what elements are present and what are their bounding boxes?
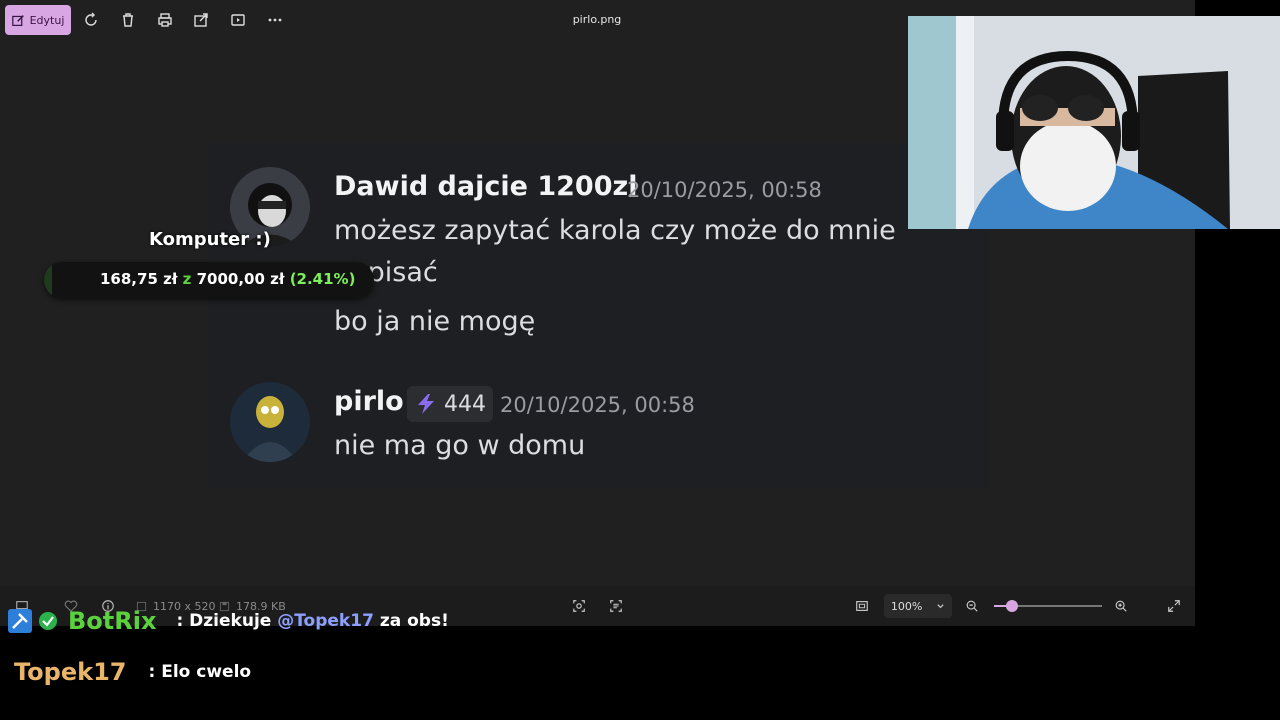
share-button[interactable] — [186, 5, 216, 35]
delete-button[interactable] — [113, 5, 143, 35]
trash-icon — [123, 13, 133, 27]
goal-percent: (2.41%) — [289, 270, 356, 288]
displayed-image: Dawid dajcie 1200zl 20/10/2025, 00:58 mo… — [208, 143, 990, 488]
chat-mention: @Topek17 — [277, 611, 374, 631]
message-timestamp: 20/10/2025, 00:58 — [627, 178, 822, 202]
fit-to-window-button[interactable] — [855, 586, 869, 626]
edit-button[interactable]: Edytuj — [5, 5, 71, 35]
zoom-level: 100% — [890, 599, 923, 613]
goal-target: 7000,00 zł — [196, 270, 285, 288]
zoom-slider-thumb[interactable] — [1006, 600, 1019, 612]
edit-label: Edytuj — [29, 13, 65, 27]
message-author: pirlo — [334, 386, 404, 417]
slideshow-icon — [231, 14, 245, 26]
chat-username: Topek17 — [14, 658, 127, 686]
zoom-slider[interactable] — [994, 600, 1102, 612]
file-title: pirlo.png — [572, 13, 622, 26]
zoom-out-button[interactable] — [965, 586, 979, 626]
message-timestamp: 20/10/2025, 00:58 — [500, 393, 695, 417]
slideshow-button[interactable] — [223, 5, 253, 35]
chat-message: Topek17 : Elo cwelo — [14, 658, 251, 686]
goal-progress-fill — [44, 262, 52, 298]
more-button[interactable] — [260, 5, 290, 35]
zoom-dropdown[interactable]: 100% — [884, 594, 952, 618]
zoom-in-button[interactable] — [1114, 586, 1128, 626]
lightning-icon — [418, 394, 434, 414]
goal-separator: z — [182, 270, 192, 288]
chevron-down-icon — [937, 603, 944, 608]
visual-search-icon — [573, 600, 585, 612]
badge-number: 444 — [444, 391, 486, 417]
visual-search-button[interactable] — [572, 586, 586, 626]
chat-message: BotRix : Dziekuje @Topek17 za obs! — [8, 607, 449, 635]
zoom-in-icon — [1115, 600, 1127, 612]
text-scan-icon — [610, 600, 622, 612]
goal-current: 168,75 zł — [100, 270, 178, 288]
goal-title: Komputer :) — [149, 229, 271, 250]
chat-text: : Dziekuje @Topek17 za obs! — [176, 611, 448, 631]
text-scan-button[interactable] — [609, 586, 623, 626]
fit-window-icon — [856, 601, 868, 611]
rotate-icon — [85, 12, 97, 26]
chat-text-prefix: : Dziekuje — [176, 611, 278, 631]
edit-icon — [11, 14, 24, 26]
more-icon — [268, 18, 282, 22]
webcam-feed — [908, 16, 1280, 229]
share-icon — [194, 13, 208, 27]
role-badge: 444 — [407, 386, 493, 422]
chat-text-suffix: za obs! — [373, 611, 449, 631]
message-line: bo ja nie mogę — [334, 306, 536, 337]
fullscreen-button[interactable] — [1167, 586, 1181, 626]
goal-amount: 168,75 zł z 7000,00 zł (2.41%) — [100, 270, 355, 288]
zoom-out-icon — [966, 600, 978, 612]
print-button[interactable] — [150, 5, 180, 35]
moderator-icon — [8, 609, 32, 633]
message-author: Dawid dajcie 1200zl — [334, 171, 638, 202]
avatar — [230, 382, 310, 462]
chat-text: : Elo cwelo — [148, 662, 252, 682]
message-line: możesz zapytać karola czy może do mnie — [334, 215, 896, 246]
chat-username: BotRix — [68, 607, 157, 635]
expand-icon — [1168, 600, 1180, 612]
print-icon — [158, 13, 172, 27]
verified-icon — [39, 612, 57, 630]
rotate-button[interactable] — [76, 5, 106, 35]
message-line: nie ma go w domu — [334, 430, 586, 461]
